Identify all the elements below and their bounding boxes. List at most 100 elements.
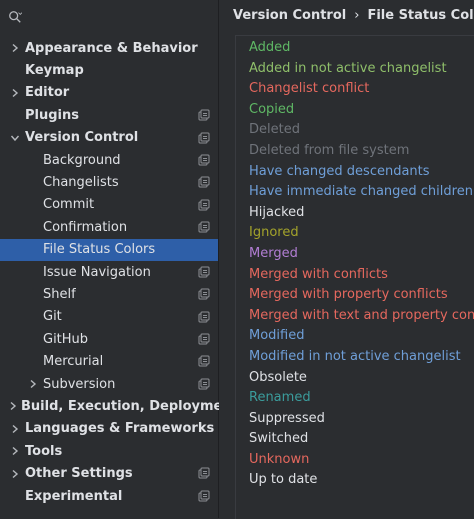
project-level-icon [198,154,210,166]
sidebar-item-label: GitHub [43,331,89,347]
sidebar-item-label: Keymap [25,63,84,79]
settings-search[interactable] [4,4,214,30]
project-level-icon [198,132,210,144]
sidebar-item-changelists[interactable]: Changelists [0,171,218,193]
sidebar-item-label: File Status Colors [43,242,156,258]
sidebar-item-commit[interactable]: Commit [0,194,218,216]
chevron-right-icon[interactable] [8,467,22,481]
status-item[interactable]: Merged with text and property con... [249,306,474,327]
sidebar-item-label: Build, Execution, Deployment [21,398,238,414]
status-item[interactable]: Obsolete [249,368,474,389]
sidebar-item-git[interactable]: Git [0,306,218,328]
sidebar-item-experimental[interactable]: Experimental [0,485,218,507]
sidebar-item-label: Other Settings [25,466,133,482]
status-item[interactable]: Changelist conflict [249,79,474,100]
search-input[interactable] [26,8,210,26]
sidebar-item-label: Version Control [25,130,139,146]
project-level-icon [198,266,210,278]
sidebar-item-label: Experimental [25,488,123,504]
status-item[interactable]: Added in not active changelist [249,59,474,80]
chevron-right-icon[interactable] [8,444,22,458]
status-item[interactable]: Suppressed [249,409,474,430]
chevron-right-icon[interactable] [8,399,18,413]
sidebar-item-appearance-behavior[interactable]: Appearance & Behavior [0,37,218,59]
sidebar-item-issue-navigation[interactable]: Issue Navigation [0,261,218,283]
sidebar-item-label: Commit [43,197,95,213]
status-item[interactable]: Copied [249,100,474,121]
chevron-right-icon[interactable] [8,422,22,436]
status-item[interactable]: Added [249,38,474,59]
sidebar-item-mercurial[interactable]: Mercurial [0,350,218,372]
status-item[interactable]: Deleted from file system [249,141,474,162]
sidebar-item-label: Background [43,152,121,168]
sidebar-item-label: Tools [25,443,63,459]
status-item[interactable]: Have changed descendants [249,162,474,183]
breadcrumb: Version Control › File Status Colors [233,8,474,23]
sidebar-item-file-status-colors[interactable]: File Status Colors [0,238,218,261]
project-level-icon [198,109,210,121]
sidebar-item-label: Languages & Frameworks [25,421,215,437]
project-level-icon [198,176,210,188]
status-item[interactable]: Deleted [249,120,474,141]
sidebar-item-keymap[interactable]: Keymap [0,59,218,81]
sidebar-item-languages-frameworks[interactable]: Languages & Frameworks [0,418,218,440]
status-item[interactable]: Up to date [249,470,474,491]
project-level-icon [198,490,210,502]
sidebar-item-version-control[interactable]: Version Control [0,127,218,149]
status-item[interactable]: Switched [249,429,474,450]
breadcrumb-item-version-control[interactable]: Version Control [233,8,346,23]
sidebar-item-label: Appearance & Behavior [25,40,198,56]
project-level-icon [198,355,210,367]
status-item[interactable]: Merged [249,244,474,265]
project-level-icon [198,378,210,390]
sidebar-item-background[interactable]: Background [0,149,218,171]
settings-content: Version Control › File Status Colors Add… [219,0,474,519]
sidebar-item-editor[interactable]: Editor [0,82,218,104]
sidebar-item-github[interactable]: GitHub [0,328,218,350]
chevron-right-icon[interactable] [8,86,22,100]
sidebar-item-shelf[interactable]: Shelf [0,283,218,305]
sidebar-item-label: Git [43,309,62,325]
status-item[interactable]: Merged with conflicts [249,265,474,286]
project-level-icon [198,467,210,479]
status-item[interactable]: Merged with property conflicts [249,285,474,306]
sidebar-item-subversion[interactable]: Subversion [0,373,218,395]
status-item[interactable]: Modified in not active changelist [249,347,474,368]
chevron-right-icon[interactable] [8,41,22,55]
sidebar-item-label: Confirmation [43,219,128,235]
sidebar-item-label: Shelf [43,286,76,302]
breadcrumb-separator: › [354,8,360,23]
file-status-list-panel: Added Added in not active changelist Chang… [235,35,474,519]
status-item[interactable]: Unknown [249,450,474,471]
sidebar-item-other-settings[interactable]: Other Settings [0,462,218,484]
sidebar-item-label: Editor [25,85,70,101]
sidebar-item-tools[interactable]: Tools [0,440,218,462]
status-item[interactable]: Have immediate changed children [249,182,474,203]
search-icon[interactable] [8,10,22,24]
status-item[interactable]: Modified [249,326,474,347]
chevron-down-icon[interactable] [8,131,22,145]
status-item[interactable]: Ignored [249,223,474,244]
sidebar-item-label: Changelists [43,175,119,191]
sidebar-item-build-execution-deployment[interactable]: Build, Execution, Deployment [0,395,238,417]
chevron-right-icon[interactable] [26,377,40,391]
sidebar-item-label: Mercurial [43,354,104,370]
status-item[interactable]: Hijacked [249,203,474,224]
project-level-icon [198,221,210,233]
status-item[interactable]: Renamed [249,388,474,409]
sidebar-item-confirmation[interactable]: Confirmation [0,216,218,238]
sidebar-item-plugins[interactable]: Plugins [0,104,218,126]
file-status-list: Added Added in not active changelist Chang… [249,38,474,491]
breadcrumb-item-file-status-colors: File Status Colors [367,8,474,23]
settings-sidebar: Appearance & Behavior Keymap Editor Plugins… [0,0,238,518]
sidebar-item-label: Issue Navigation [43,264,151,280]
